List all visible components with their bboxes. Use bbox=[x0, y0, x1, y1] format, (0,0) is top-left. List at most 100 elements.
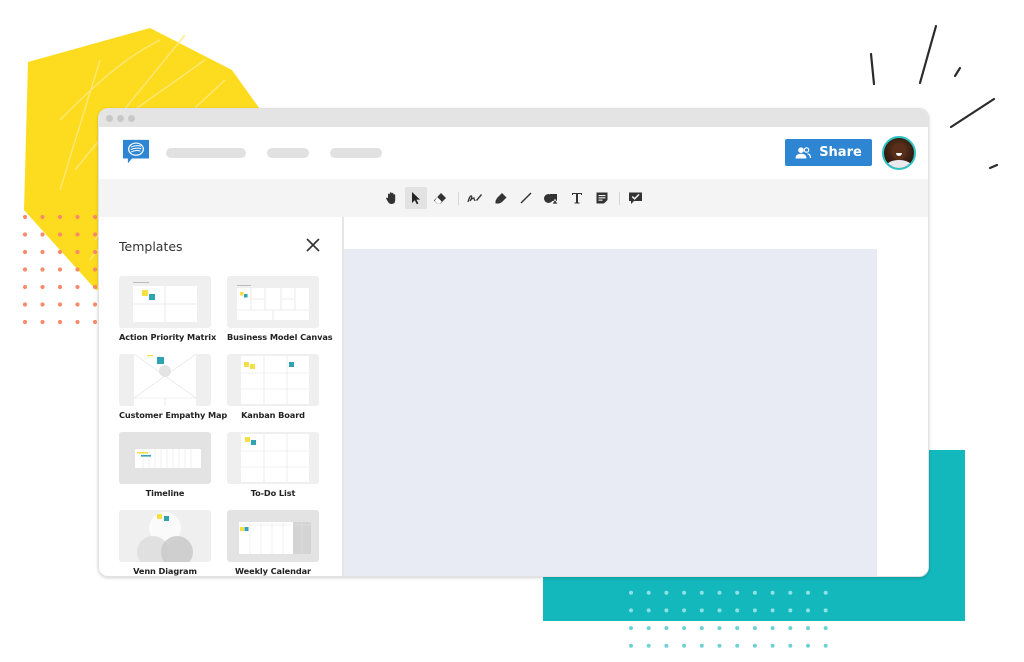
template-timeline[interactable]: Timeline bbox=[119, 432, 211, 498]
timeline-preview bbox=[135, 449, 201, 468]
highlighter-tool[interactable] bbox=[490, 187, 512, 209]
decorative-dot bbox=[646, 590, 651, 595]
decorative-dot bbox=[788, 626, 793, 631]
decorative-dot bbox=[699, 643, 704, 648]
comment-tool[interactable] bbox=[624, 187, 646, 209]
decorative-dot bbox=[788, 608, 793, 613]
decorative-dot bbox=[57, 302, 63, 307]
nav-placeholder-2[interactable] bbox=[267, 148, 309, 158]
template-customer-empathy-map[interactable]: Customer Empathy Map bbox=[119, 354, 228, 420]
decorative-dot bbox=[22, 267, 28, 272]
template-thumbnail bbox=[227, 432, 319, 484]
template-label: Weekly Calendar bbox=[235, 566, 311, 576]
template-thumbnail bbox=[119, 432, 211, 484]
decorative-dot bbox=[664, 626, 669, 631]
decorative-dot bbox=[92, 284, 98, 290]
decorative-dot bbox=[40, 232, 45, 237]
sticky-note-tool[interactable] bbox=[591, 187, 613, 209]
nav-placeholder-1[interactable] bbox=[166, 148, 246, 158]
decorative-dot bbox=[629, 590, 633, 595]
decorative-dot bbox=[823, 590, 828, 595]
template-venn-diagram[interactable]: Venn Diagram bbox=[119, 510, 211, 576]
template-action-priority-matrix[interactable]: Action Priority Matrix bbox=[119, 276, 217, 342]
app-header: Share bbox=[99, 127, 928, 179]
template-thumbnail bbox=[119, 354, 211, 406]
decorative-dot bbox=[752, 608, 757, 613]
decorative-dot bbox=[40, 267, 45, 272]
eraser-icon bbox=[434, 193, 446, 204]
decorative-dot bbox=[22, 249, 28, 255]
hand-tool[interactable] bbox=[381, 187, 403, 209]
shapes-tool[interactable] bbox=[540, 187, 562, 209]
template-label: Venn Diagram bbox=[133, 566, 197, 576]
decorative-orange-dots bbox=[22, 214, 98, 325]
decorative-dot bbox=[92, 249, 98, 255]
people-icon bbox=[795, 146, 812, 158]
decorative-dot bbox=[22, 232, 28, 237]
template-thumbnail bbox=[119, 510, 211, 562]
decorative-dot bbox=[752, 626, 757, 631]
decorative-dot bbox=[664, 590, 669, 595]
decorative-dot bbox=[629, 608, 633, 613]
kanban-preview bbox=[241, 356, 309, 404]
template-thumbnail bbox=[119, 276, 211, 328]
calendar-preview bbox=[239, 522, 311, 554]
template-business-model-canvas[interactable]: Business Model Canvas bbox=[227, 276, 333, 342]
toolbar-separator bbox=[619, 192, 620, 205]
window-close-dot[interactable] bbox=[106, 115, 113, 122]
decorative-dot bbox=[770, 608, 775, 613]
line-tool[interactable] bbox=[515, 187, 537, 209]
template-thumbnail bbox=[227, 510, 319, 562]
decorative-dot bbox=[75, 319, 80, 325]
close-icon[interactable] bbox=[304, 236, 322, 254]
decorative-dot bbox=[57, 319, 63, 325]
decorative-dot bbox=[752, 590, 757, 595]
drawing-toolbar bbox=[99, 179, 928, 217]
window-minimize-dot[interactable] bbox=[117, 115, 124, 122]
decorative-dot bbox=[75, 302, 80, 307]
user-avatar[interactable] bbox=[882, 136, 916, 170]
decorative-teal-dots bbox=[629, 573, 828, 648]
venn-preview bbox=[137, 512, 193, 562]
pen-tool[interactable] bbox=[464, 187, 486, 209]
decorative-dot bbox=[717, 626, 722, 631]
decorative-dot bbox=[40, 319, 45, 325]
template-label: Action Priority Matrix bbox=[119, 332, 217, 342]
canvas-preview bbox=[237, 285, 309, 320]
decorative-dot bbox=[717, 590, 722, 595]
decorative-dot bbox=[770, 643, 775, 648]
sticky-note-icon bbox=[596, 192, 608, 204]
template-weekly-calendar[interactable]: Weekly Calendar bbox=[227, 510, 319, 576]
text-tool[interactable] bbox=[566, 187, 588, 209]
nav-placeholder-3[interactable] bbox=[330, 148, 382, 158]
decorative-dot bbox=[664, 643, 669, 648]
highlighter-icon bbox=[495, 193, 507, 204]
todo-preview bbox=[241, 434, 309, 482]
template-label: Customer Empathy Map bbox=[119, 410, 228, 420]
select-tool[interactable] bbox=[405, 187, 427, 209]
decorative-dot bbox=[646, 626, 651, 631]
decorative-dot bbox=[806, 626, 810, 631]
template-kanban-board[interactable]: Kanban Board bbox=[227, 354, 319, 420]
share-label: Share bbox=[819, 145, 862, 160]
eraser-tool[interactable] bbox=[429, 187, 451, 209]
decorative-dot bbox=[823, 626, 828, 631]
share-button[interactable]: Share bbox=[785, 139, 872, 166]
decorative-dot bbox=[40, 302, 45, 307]
avatar-shirt bbox=[886, 160, 912, 168]
decorative-dot bbox=[57, 284, 63, 290]
decorative-dot bbox=[646, 608, 651, 613]
decorative-dot bbox=[823, 608, 828, 613]
whiteboard-canvas[interactable] bbox=[344, 249, 877, 576]
decorative-dot bbox=[92, 302, 98, 307]
chat-bubble-logo-icon[interactable] bbox=[119, 139, 153, 165]
decorative-dot bbox=[22, 319, 28, 325]
empathy-map-preview bbox=[133, 354, 197, 406]
template-thumbnail bbox=[227, 276, 319, 328]
comment-check-icon bbox=[628, 192, 642, 204]
window-maximize-dot[interactable] bbox=[128, 115, 135, 122]
decorative-dot bbox=[717, 643, 722, 648]
decorative-dot bbox=[40, 284, 45, 290]
decorative-dot bbox=[699, 626, 704, 631]
template-to-do-list[interactable]: To-Do List bbox=[227, 432, 319, 498]
